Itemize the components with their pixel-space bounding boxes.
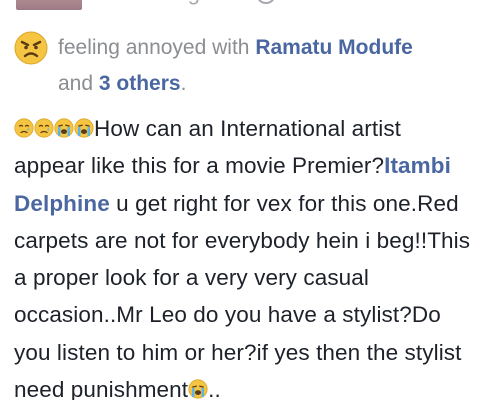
post-card: 5 hours ago feeling annoyed with Ramatu … xyxy=(0,0,480,400)
loudly-crying-face-icon xyxy=(54,118,74,138)
feeling-suffix: . xyxy=(180,72,187,95)
tagged-others-link[interactable]: 3 others xyxy=(99,72,181,95)
feeling-text: feeling annoyed with Ramatu Modufe and 3… xyxy=(58,30,468,102)
annoyed-face-icon xyxy=(14,31,48,65)
post-text-part2: u get right for vex for this one.Red car… xyxy=(14,190,471,400)
avatar[interactable] xyxy=(16,0,82,10)
crying-face-icon xyxy=(14,118,34,138)
post-text-end: .. xyxy=(208,377,221,400)
crying-face-icon xyxy=(34,118,54,138)
post-header: 5 hours ago xyxy=(0,0,480,10)
post-timestamp[interactable]: 5 hours ago xyxy=(96,0,212,8)
feeling-prefix: feeling annoyed with xyxy=(58,36,256,59)
loudly-crying-face-icon xyxy=(188,379,208,399)
tagged-friend-link[interactable]: Ramatu Modufe xyxy=(255,36,413,59)
loudly-crying-face-icon xyxy=(74,118,94,138)
globe-icon[interactable] xyxy=(256,0,276,4)
post-body: How can an International artist appear l… xyxy=(14,110,474,400)
feeling-joiner: and xyxy=(58,72,99,95)
